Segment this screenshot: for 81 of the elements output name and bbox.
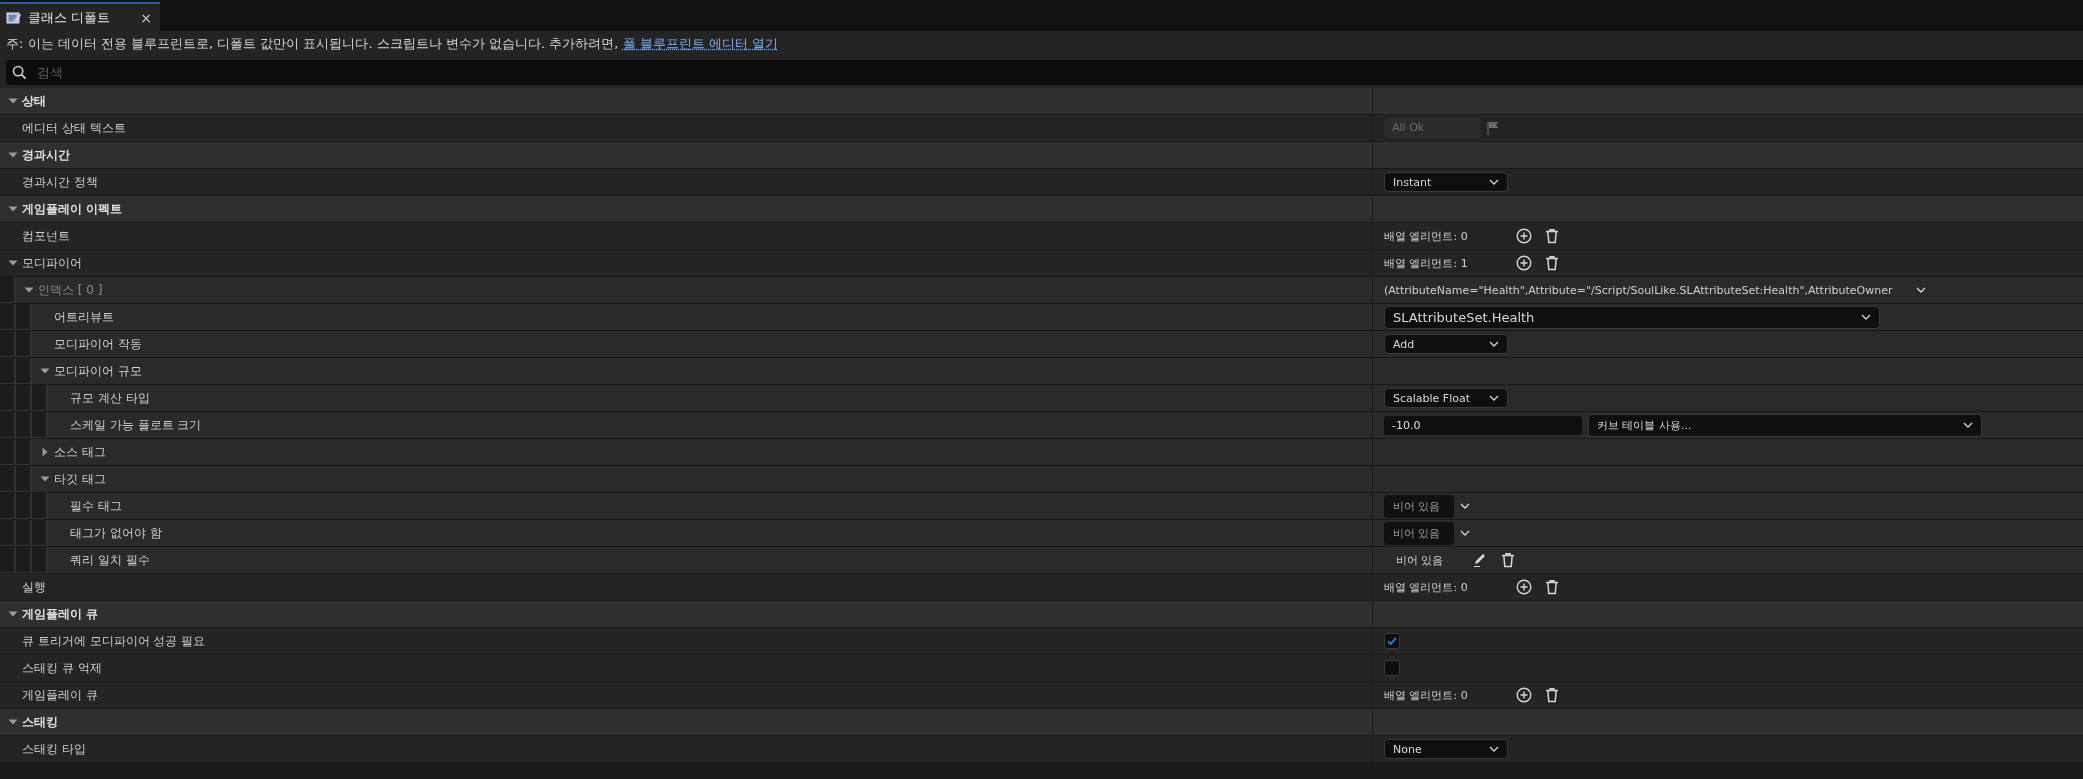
add-icon[interactable] [1516, 579, 1532, 595]
property-label: 모디파이어 작동 [54, 335, 142, 353]
chevron-icon [1963, 422, 1973, 428]
expanded-arrow-icon[interactable] [8, 258, 18, 268]
chevron-icon [1489, 341, 1499, 347]
trash-icon[interactable] [1544, 579, 1560, 595]
property-label: 모디파이어 규모 [54, 362, 142, 380]
chevron-icon[interactable] [1460, 503, 1470, 509]
struct-summary-text: (AttributeName="Health",Attribute="/Script/SoulLike.SLAttributeSet:Health",AttributeOwner [1384, 283, 1893, 297]
property-label: 필수 태그 [70, 497, 122, 515]
chevron-icon [1489, 179, 1499, 185]
pencil-icon[interactable] [1472, 552, 1488, 568]
checkbox[interactable] [1384, 633, 1400, 649]
property-label: 컴포넌트 [22, 227, 70, 245]
property-label: 규모 계산 타입 [70, 389, 150, 407]
collapsed-arrow-icon[interactable] [40, 447, 50, 457]
chevron-icon [1489, 395, 1499, 401]
trash-icon[interactable] [1500, 552, 1516, 568]
expanded-arrow-icon[interactable] [40, 366, 50, 376]
array-count-text: 배열 엘리먼트: 0 [1384, 228, 1469, 244]
notice-text: 주: 이는 데이터 전용 블루프린트로, 디폴트 값만이 표시됩니다. 스크립트나 변수가 없습니다. 추가하려면, 풀 블루프린트 에디터 열기 [0, 31, 2083, 57]
property-label: 에디터 상태 텍스트 [22, 119, 126, 137]
flag-icon[interactable] [1487, 121, 1499, 135]
property-label: 실행 [22, 578, 46, 596]
checkbox[interactable] [1384, 660, 1400, 676]
category-title: 게임플레이 이펙트 [22, 200, 123, 218]
expanded-arrow-icon[interactable] [8, 609, 18, 619]
dropdown[interactable]: Add [1384, 334, 1508, 354]
open-editor-link[interactable]: 풀 블루프린트 에디터 열기 [622, 36, 778, 51]
dropdown[interactable]: Instant [1384, 172, 1508, 192]
trash-icon[interactable] [1544, 228, 1560, 244]
array-count-text: 배열 엘리먼트: 1 [1384, 255, 1469, 271]
document-icon [6, 10, 22, 25]
array-count-text: 배열 엘리먼트: 0 [1384, 579, 1469, 595]
property-label: 모디파이어 [22, 254, 82, 272]
trash-icon[interactable] [1544, 255, 1560, 271]
property-label: 소스 태그 [54, 443, 106, 461]
expanded-arrow-icon[interactable] [8, 204, 18, 214]
tag-query-text: 비어 있음 [1395, 552, 1445, 568]
expanded-arrow-icon[interactable] [8, 96, 18, 106]
trash-icon[interactable] [1544, 687, 1560, 703]
property-label: 어트리뷰트 [54, 308, 114, 326]
details-tab[interactable]: 클래스 디폴트 × [0, 2, 160, 31]
close-button[interactable]: × [140, 9, 152, 26]
chevron-icon[interactable] [1916, 287, 1927, 293]
property-label: 게임플레이 큐 [22, 686, 98, 704]
property-label: 쿼리 일치 필수 [70, 551, 150, 569]
tag-field[interactable]: 비어 있음 [1384, 494, 1454, 518]
property-label: 큐 트리거에 모디파이어 성공 필요 [22, 632, 206, 650]
expanded-arrow-icon[interactable] [24, 285, 34, 295]
index-label: 인덱스 [ 0 ] [38, 281, 103, 299]
category-title: 스태킹 [22, 713, 58, 731]
category-title: 경과시간 [22, 146, 70, 164]
chevron-icon [1861, 314, 1871, 320]
search-field[interactable]: 검색 [6, 60, 2083, 85]
search-icon [12, 65, 27, 80]
property-label: 태그가 없어야 함 [70, 524, 162, 542]
expanded-arrow-icon[interactable] [8, 717, 18, 727]
property-label: 스태킹 타입 [22, 740, 86, 758]
chevron-icon [1489, 746, 1499, 752]
number-field[interactable]: -10.0 [1384, 415, 1582, 435]
property-label: 스태킹 큐 억제 [22, 659, 102, 677]
array-count-text: 배열 엘리먼트: 0 [1384, 687, 1469, 703]
expanded-arrow-icon[interactable] [8, 150, 18, 160]
expanded-arrow-icon[interactable] [40, 474, 50, 484]
property-label: 경과시간 정책 [22, 173, 98, 191]
add-icon[interactable] [1516, 228, 1532, 244]
dropdown[interactable]: None [1384, 739, 1508, 759]
category-title: 게임플레이 큐 [22, 605, 99, 623]
property-label: 타깃 태그 [54, 470, 106, 488]
tag-field[interactable]: 비어 있음 [1384, 521, 1454, 545]
dropdown[interactable]: SLAttributeSet.Health [1384, 305, 1880, 329]
property-label: 스케일 가능 플로트 크기 [70, 416, 202, 434]
add-icon[interactable] [1516, 255, 1532, 271]
add-icon[interactable] [1516, 687, 1532, 703]
curve-table-dropdown[interactable]: 커브 테이블 사용... [1588, 413, 1982, 437]
tab-title: 클래스 디폴트 [28, 8, 112, 27]
dropdown[interactable]: Scalable Float [1384, 388, 1508, 408]
chevron-icon[interactable] [1460, 530, 1470, 536]
category-title: 상태 [22, 92, 46, 110]
status-field: All Ok [1384, 118, 1481, 138]
